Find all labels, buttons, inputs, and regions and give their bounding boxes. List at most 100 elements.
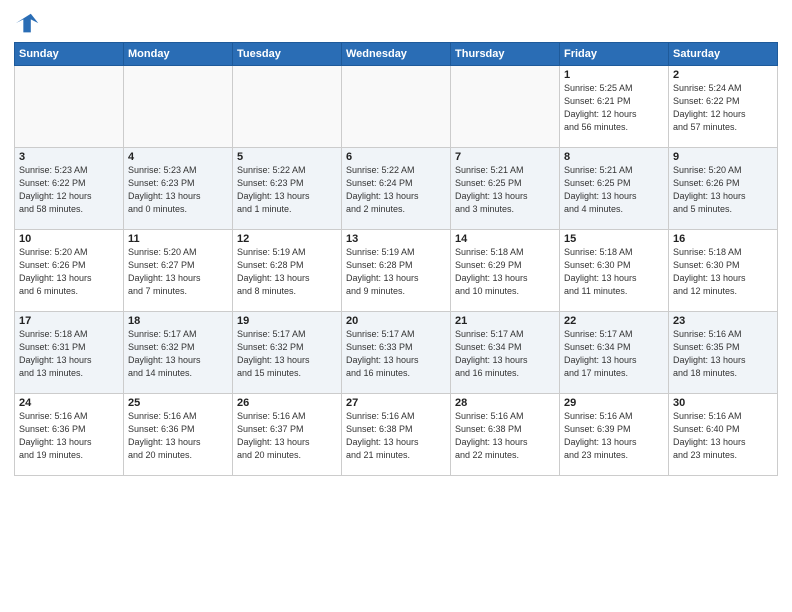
calendar-cell: 19Sunrise: 5:17 AM Sunset: 6:32 PM Dayli… xyxy=(233,312,342,394)
day-info: Sunrise: 5:20 AM Sunset: 6:27 PM Dayligh… xyxy=(128,246,228,298)
calendar-cell: 9Sunrise: 5:20 AM Sunset: 6:26 PM Daylig… xyxy=(669,148,778,230)
day-info: Sunrise: 5:17 AM Sunset: 6:32 PM Dayligh… xyxy=(237,328,337,380)
day-info: Sunrise: 5:17 AM Sunset: 6:34 PM Dayligh… xyxy=(564,328,664,380)
col-header-wednesday: Wednesday xyxy=(342,43,451,66)
day-info: Sunrise: 5:20 AM Sunset: 6:26 PM Dayligh… xyxy=(673,164,773,216)
week-row-4: 17Sunrise: 5:18 AM Sunset: 6:31 PM Dayli… xyxy=(15,312,778,394)
calendar-cell: 1Sunrise: 5:25 AM Sunset: 6:21 PM Daylig… xyxy=(560,66,669,148)
day-number: 27 xyxy=(346,397,446,409)
day-number: 29 xyxy=(564,397,664,409)
week-row-3: 10Sunrise: 5:20 AM Sunset: 6:26 PM Dayli… xyxy=(15,230,778,312)
day-number: 19 xyxy=(237,315,337,327)
day-number: 16 xyxy=(673,233,773,245)
day-info: Sunrise: 5:24 AM Sunset: 6:22 PM Dayligh… xyxy=(673,82,773,134)
calendar-cell: 18Sunrise: 5:17 AM Sunset: 6:32 PM Dayli… xyxy=(124,312,233,394)
calendar-cell: 12Sunrise: 5:19 AM Sunset: 6:28 PM Dayli… xyxy=(233,230,342,312)
calendar-cell: 10Sunrise: 5:20 AM Sunset: 6:26 PM Dayli… xyxy=(15,230,124,312)
day-number: 21 xyxy=(455,315,555,327)
calendar-cell: 24Sunrise: 5:16 AM Sunset: 6:36 PM Dayli… xyxy=(15,394,124,476)
day-info: Sunrise: 5:22 AM Sunset: 6:23 PM Dayligh… xyxy=(237,164,337,216)
calendar-cell: 16Sunrise: 5:18 AM Sunset: 6:30 PM Dayli… xyxy=(669,230,778,312)
calendar-cell: 25Sunrise: 5:16 AM Sunset: 6:36 PM Dayli… xyxy=(124,394,233,476)
day-number: 18 xyxy=(128,315,228,327)
day-info: Sunrise: 5:16 AM Sunset: 6:39 PM Dayligh… xyxy=(564,410,664,462)
col-header-thursday: Thursday xyxy=(451,43,560,66)
day-number: 22 xyxy=(564,315,664,327)
calendar-cell: 3Sunrise: 5:23 AM Sunset: 6:22 PM Daylig… xyxy=(15,148,124,230)
calendar-cell: 29Sunrise: 5:16 AM Sunset: 6:39 PM Dayli… xyxy=(560,394,669,476)
day-info: Sunrise: 5:19 AM Sunset: 6:28 PM Dayligh… xyxy=(237,246,337,298)
calendar-cell: 23Sunrise: 5:16 AM Sunset: 6:35 PM Dayli… xyxy=(669,312,778,394)
day-number: 9 xyxy=(673,151,773,163)
day-info: Sunrise: 5:25 AM Sunset: 6:21 PM Dayligh… xyxy=(564,82,664,134)
day-number: 8 xyxy=(564,151,664,163)
calendar-cell: 4Sunrise: 5:23 AM Sunset: 6:23 PM Daylig… xyxy=(124,148,233,230)
calendar-cell: 5Sunrise: 5:22 AM Sunset: 6:23 PM Daylig… xyxy=(233,148,342,230)
day-info: Sunrise: 5:16 AM Sunset: 6:36 PM Dayligh… xyxy=(19,410,119,462)
calendar-cell: 7Sunrise: 5:21 AM Sunset: 6:25 PM Daylig… xyxy=(451,148,560,230)
calendar-cell: 15Sunrise: 5:18 AM Sunset: 6:30 PM Dayli… xyxy=(560,230,669,312)
logo-icon xyxy=(14,10,42,38)
calendar-cell: 11Sunrise: 5:20 AM Sunset: 6:27 PM Dayli… xyxy=(124,230,233,312)
day-info: Sunrise: 5:18 AM Sunset: 6:30 PM Dayligh… xyxy=(564,246,664,298)
day-number: 28 xyxy=(455,397,555,409)
calendar-cell: 2Sunrise: 5:24 AM Sunset: 6:22 PM Daylig… xyxy=(669,66,778,148)
calendar-cell: 27Sunrise: 5:16 AM Sunset: 6:38 PM Dayli… xyxy=(342,394,451,476)
day-number: 23 xyxy=(673,315,773,327)
day-info: Sunrise: 5:16 AM Sunset: 6:38 PM Dayligh… xyxy=(346,410,446,462)
day-number: 20 xyxy=(346,315,446,327)
calendar-cell: 21Sunrise: 5:17 AM Sunset: 6:34 PM Dayli… xyxy=(451,312,560,394)
day-info: Sunrise: 5:21 AM Sunset: 6:25 PM Dayligh… xyxy=(455,164,555,216)
calendar-cell: 28Sunrise: 5:16 AM Sunset: 6:38 PM Dayli… xyxy=(451,394,560,476)
calendar-cell: 14Sunrise: 5:18 AM Sunset: 6:29 PM Dayli… xyxy=(451,230,560,312)
calendar-cell: 6Sunrise: 5:22 AM Sunset: 6:24 PM Daylig… xyxy=(342,148,451,230)
day-number: 2 xyxy=(673,69,773,81)
week-row-5: 24Sunrise: 5:16 AM Sunset: 6:36 PM Dayli… xyxy=(15,394,778,476)
day-info: Sunrise: 5:16 AM Sunset: 6:38 PM Dayligh… xyxy=(455,410,555,462)
day-number: 25 xyxy=(128,397,228,409)
calendar-cell xyxy=(451,66,560,148)
calendar-table: SundayMondayTuesdayWednesdayThursdayFrid… xyxy=(14,42,778,476)
calendar-cell: 8Sunrise: 5:21 AM Sunset: 6:25 PM Daylig… xyxy=(560,148,669,230)
day-info: Sunrise: 5:18 AM Sunset: 6:29 PM Dayligh… xyxy=(455,246,555,298)
day-info: Sunrise: 5:16 AM Sunset: 6:37 PM Dayligh… xyxy=(237,410,337,462)
header xyxy=(14,10,778,38)
week-row-1: 1Sunrise: 5:25 AM Sunset: 6:21 PM Daylig… xyxy=(15,66,778,148)
day-number: 15 xyxy=(564,233,664,245)
col-header-saturday: Saturday xyxy=(669,43,778,66)
day-info: Sunrise: 5:17 AM Sunset: 6:33 PM Dayligh… xyxy=(346,328,446,380)
day-number: 1 xyxy=(564,69,664,81)
day-info: Sunrise: 5:16 AM Sunset: 6:35 PM Dayligh… xyxy=(673,328,773,380)
day-info: Sunrise: 5:16 AM Sunset: 6:36 PM Dayligh… xyxy=(128,410,228,462)
week-row-2: 3Sunrise: 5:23 AM Sunset: 6:22 PM Daylig… xyxy=(15,148,778,230)
day-info: Sunrise: 5:18 AM Sunset: 6:31 PM Dayligh… xyxy=(19,328,119,380)
calendar-cell: 20Sunrise: 5:17 AM Sunset: 6:33 PM Dayli… xyxy=(342,312,451,394)
day-info: Sunrise: 5:23 AM Sunset: 6:23 PM Dayligh… xyxy=(128,164,228,216)
day-info: Sunrise: 5:17 AM Sunset: 6:32 PM Dayligh… xyxy=(128,328,228,380)
day-number: 17 xyxy=(19,315,119,327)
day-number: 6 xyxy=(346,151,446,163)
day-number: 30 xyxy=(673,397,773,409)
day-info: Sunrise: 5:21 AM Sunset: 6:25 PM Dayligh… xyxy=(564,164,664,216)
calendar-cell: 30Sunrise: 5:16 AM Sunset: 6:40 PM Dayli… xyxy=(669,394,778,476)
day-number: 5 xyxy=(237,151,337,163)
day-info: Sunrise: 5:19 AM Sunset: 6:28 PM Dayligh… xyxy=(346,246,446,298)
header-row: SundayMondayTuesdayWednesdayThursdayFrid… xyxy=(15,43,778,66)
col-header-tuesday: Tuesday xyxy=(233,43,342,66)
calendar-cell: 17Sunrise: 5:18 AM Sunset: 6:31 PM Dayli… xyxy=(15,312,124,394)
day-info: Sunrise: 5:22 AM Sunset: 6:24 PM Dayligh… xyxy=(346,164,446,216)
calendar-cell: 26Sunrise: 5:16 AM Sunset: 6:37 PM Dayli… xyxy=(233,394,342,476)
day-number: 12 xyxy=(237,233,337,245)
day-number: 13 xyxy=(346,233,446,245)
calendar-cell xyxy=(124,66,233,148)
logo xyxy=(14,10,46,38)
day-number: 26 xyxy=(237,397,337,409)
day-number: 10 xyxy=(19,233,119,245)
day-number: 7 xyxy=(455,151,555,163)
calendar-cell: 13Sunrise: 5:19 AM Sunset: 6:28 PM Dayli… xyxy=(342,230,451,312)
day-number: 3 xyxy=(19,151,119,163)
col-header-sunday: Sunday xyxy=(15,43,124,66)
day-info: Sunrise: 5:17 AM Sunset: 6:34 PM Dayligh… xyxy=(455,328,555,380)
day-number: 24 xyxy=(19,397,119,409)
calendar-cell xyxy=(233,66,342,148)
